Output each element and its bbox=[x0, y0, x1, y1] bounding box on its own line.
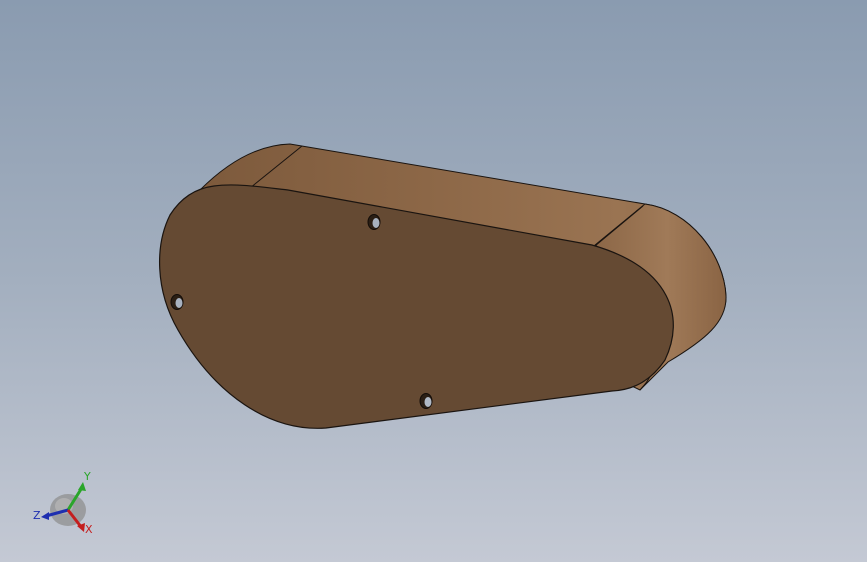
hole-top[interactable] bbox=[367, 214, 381, 230]
part-model[interactable] bbox=[0, 0, 867, 562]
triad-x-label: X bbox=[85, 523, 93, 536]
hole-left[interactable] bbox=[170, 294, 184, 310]
hole-bottom[interactable] bbox=[419, 393, 433, 409]
triad-z-arrow bbox=[41, 512, 49, 520]
triad-y-label: Y bbox=[83, 470, 91, 483]
graphics-viewport[interactable]: Y Z X bbox=[0, 0, 867, 562]
reference-triad[interactable]: Y Z X bbox=[28, 462, 104, 538]
triad-y-arrow bbox=[78, 482, 86, 491]
triad-z-label: Z bbox=[33, 509, 41, 522]
